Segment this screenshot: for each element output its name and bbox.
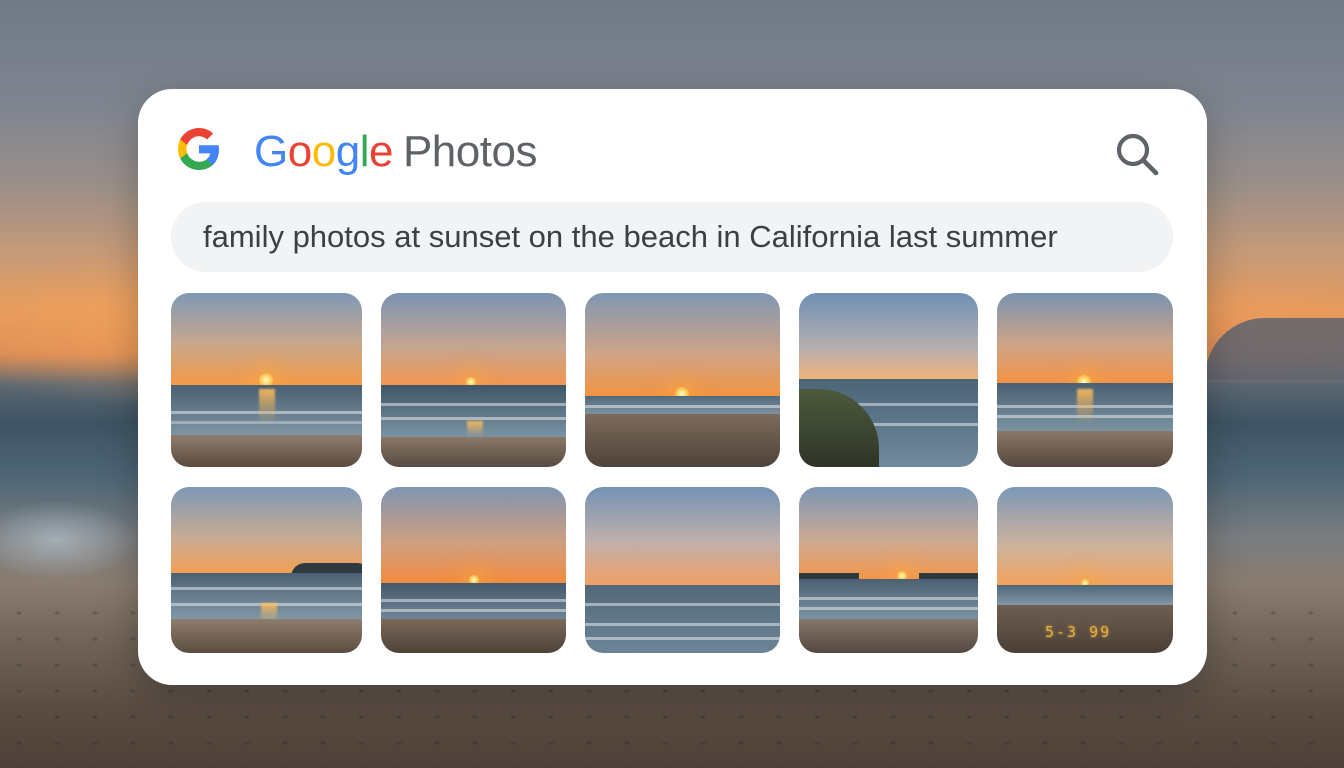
sand-writing: 5-3 99 bbox=[1045, 623, 1112, 641]
photo-thumbnail[interactable] bbox=[171, 487, 362, 653]
photo-thumbnail[interactable] bbox=[799, 487, 978, 653]
app-title: Google Photos bbox=[254, 126, 537, 178]
photo-thumbnail[interactable] bbox=[997, 293, 1173, 467]
photo-thumbnail[interactable] bbox=[585, 487, 780, 653]
photo-thumbnail[interactable] bbox=[171, 293, 362, 467]
brand-letter: G bbox=[254, 127, 288, 176]
search-input[interactable]: family photos at sunset on the beach in … bbox=[171, 202, 1173, 272]
background-surf bbox=[0, 500, 140, 580]
search-icon[interactable] bbox=[1113, 130, 1161, 178]
google-g-icon bbox=[178, 128, 219, 170]
product-name: Photos bbox=[402, 127, 537, 176]
search-query-text: family photos at sunset on the beach in … bbox=[203, 219, 1058, 254]
photo-thumbnail[interactable] bbox=[585, 293, 780, 467]
brand-letter: e bbox=[368, 127, 393, 176]
photo-thumbnail[interactable]: 5-3 99 bbox=[997, 487, 1173, 653]
photo-thumbnail[interactable] bbox=[381, 487, 566, 653]
brand-letter: l bbox=[359, 127, 370, 176]
photo-thumbnail[interactable] bbox=[381, 293, 566, 467]
photo-thumbnail[interactable] bbox=[799, 293, 978, 467]
brand-letter: o bbox=[311, 127, 336, 176]
brand-letter: o bbox=[287, 127, 312, 176]
brand-letter: g bbox=[335, 127, 360, 176]
